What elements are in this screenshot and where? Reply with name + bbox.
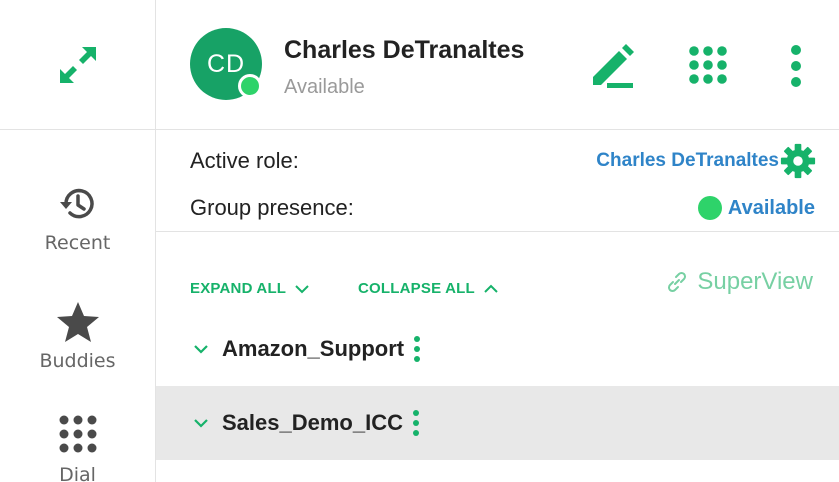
expand-all-button[interactable]: EXPAND ALL (190, 280, 310, 297)
rail-item-label: Dial (59, 464, 96, 482)
apps-grid-icon (689, 46, 727, 84)
history-icon (59, 188, 94, 219)
more-vertical-icon[interactable] (412, 335, 422, 363)
rail-item-recent[interactable]: Recent (0, 182, 155, 254)
group-presence-value: Available (727, 196, 815, 219)
list-item[interactable]: Sales_Demo_ICC (156, 386, 839, 460)
superview-label: SuperView (697, 268, 813, 295)
collapse-all-button[interactable]: COLLAPSE ALL (358, 280, 499, 297)
queue-name: Sales_Demo_ICC (222, 410, 403, 435)
left-rail: Recent Buddies Dial (0, 0, 156, 482)
queue-name: Amazon_Support (222, 336, 405, 361)
user-header: CD Charles DeTranaltes Available (156, 0, 839, 130)
edit-icon (593, 44, 634, 88)
star-icon (56, 302, 99, 342)
rail-item-label: Recent (44, 232, 111, 254)
more-vertical-icon (791, 45, 801, 87)
chevron-up-icon (484, 284, 498, 293)
role-panel: Active role: Charles DeTranaltes Group p… (156, 130, 839, 232)
chevron-down-icon (295, 284, 309, 293)
presence-dot-icon (697, 196, 722, 220)
dialpad-icon (59, 415, 96, 453)
user-name: Charles DeTranaltes (284, 36, 525, 64)
user-status: Available (284, 76, 365, 98)
expand-all-label: EXPAND ALL (190, 280, 287, 297)
avatar-initials: CD (206, 49, 246, 78)
link-icon (668, 271, 687, 293)
more-vertical-icon[interactable] (411, 409, 421, 437)
chevron-down-icon[interactable] (192, 417, 210, 429)
presence-indicator (238, 74, 262, 98)
gear-icon[interactable] (779, 142, 817, 180)
expand-button[interactable] (0, 0, 155, 130)
rail-item-dial[interactable]: Dial (0, 412, 155, 482)
more-options-button[interactable] (768, 38, 824, 94)
rail-item-label: Buddies (39, 350, 116, 372)
superview-link[interactable]: SuperView (665, 268, 813, 296)
chevron-down-icon[interactable] (192, 343, 210, 355)
group-presence-selector[interactable]: Available (697, 196, 815, 220)
queue-actions: EXPAND ALL COLLAPSE ALL SuperView (156, 232, 839, 312)
edit-button[interactable] (584, 38, 640, 94)
group-presence-label: Group presence: (190, 195, 354, 220)
expand-arrows-icon (59, 46, 96, 83)
apps-grid-button[interactable] (680, 38, 736, 94)
active-role-link[interactable]: Charles DeTranaltes (596, 150, 779, 172)
collapse-all-label: COLLAPSE ALL (358, 280, 475, 297)
list-item[interactable]: Amazon_Support (156, 312, 839, 386)
active-role-label: Active role: (190, 148, 299, 173)
rail-item-buddies[interactable]: Buddies (0, 300, 155, 372)
